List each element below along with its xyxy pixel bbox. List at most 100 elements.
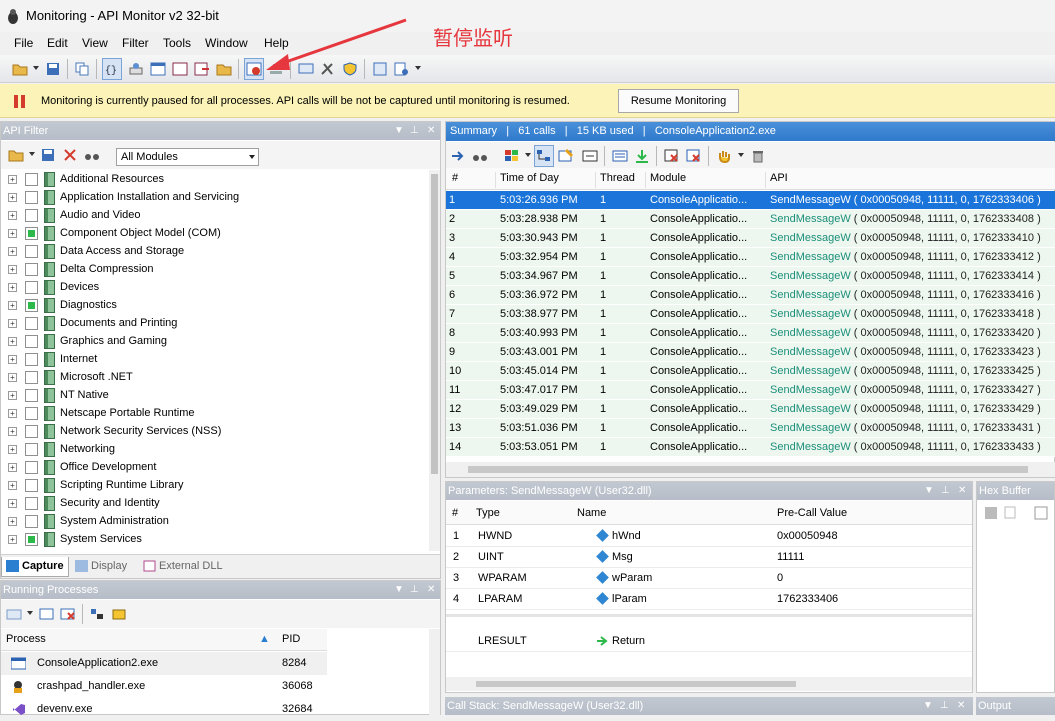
panel-icon[interactable] [170, 58, 190, 80]
api-call-row[interactable]: 3 5:03:30.943 PM 1 ConsoleApplicatio... Send… [446, 229, 1055, 248]
copy-icon[interactable] [72, 58, 92, 80]
tree-item[interactable]: + Documents and Printing [1, 314, 429, 332]
checkbox[interactable] [25, 389, 38, 402]
col-thread[interactable]: Thread [595, 172, 635, 188]
tree-item[interactable]: + Diagnostics [1, 296, 429, 314]
download-icon[interactable] [632, 145, 652, 167]
export-icon[interactable] [192, 58, 212, 80]
parameter-row[interactable]: 1 HWND hWnd 0x00050948 [446, 526, 972, 547]
tree-item[interactable]: + Networking [1, 440, 429, 458]
code-toggle-icon[interactable]: {} [102, 58, 122, 80]
tree-item[interactable]: + Additional Resources [1, 170, 429, 188]
api-call-row[interactable]: 10 5:03:45.014 PM 1 ConsoleApplicatio... Sen… [446, 362, 1055, 381]
chevron-down-icon[interactable] [29, 152, 35, 156]
api-call-row[interactable]: 6 5:03:36.972 PM 1 ConsoleApplicatio... Send… [446, 286, 1055, 305]
chevron-down-icon[interactable] [27, 611, 33, 615]
api-call-row[interactable]: 12 5:03:49.029 PM 1 ConsoleApplicatio... Sen… [446, 400, 1055, 419]
expand-icon[interactable]: + [8, 211, 17, 220]
api-call-row[interactable]: 9 5:03:43.001 PM 1 ConsoleApplicatio... Send… [446, 343, 1055, 362]
chevron-down-icon[interactable] [738, 153, 744, 157]
tree-view-icon[interactable] [534, 145, 554, 167]
checkbox[interactable] [25, 191, 38, 204]
api-call-row[interactable]: 7 5:03:38.977 PM 1 ConsoleApplicatio... Send… [446, 305, 1055, 324]
refresh-icon[interactable] [1031, 502, 1051, 524]
tree-item[interactable]: + System Administration [1, 512, 429, 530]
parameter-row[interactable]: 3 WPARAM wParam 0 [446, 568, 972, 589]
tree-item[interactable]: + Netscape Portable Runtime [1, 404, 429, 422]
tree-item[interactable]: + Security and Identity [1, 494, 429, 512]
api-call-row[interactable]: 11 5:03:47.017 PM 1 ConsoleApplicatio... Sen… [446, 381, 1055, 400]
checkbox[interactable] [25, 317, 38, 330]
process-row[interactable]: crashpad_handler.exe 36068 [1, 675, 327, 698]
col-time[interactable]: Time of Day [495, 172, 559, 188]
expand-icon[interactable]: + [8, 175, 17, 184]
tab-display[interactable]: Display [71, 557, 127, 577]
checkbox[interactable] [25, 497, 38, 510]
expand-icon[interactable]: + [8, 337, 17, 346]
copy-icon[interactable] [1001, 502, 1021, 524]
save-icon[interactable] [38, 144, 58, 166]
pin-icon[interactable]: ⊥ [410, 581, 419, 599]
tree-item[interactable]: + Data Access and Storage [1, 242, 429, 260]
scrollbar-thumb[interactable] [431, 174, 438, 474]
trash-icon[interactable] [748, 145, 768, 167]
col-module[interactable]: Module [645, 172, 686, 188]
tree-item[interactable]: + Delta Compression [1, 260, 429, 278]
checkbox[interactable] [25, 173, 38, 186]
parameters-hscrollbar[interactable] [446, 677, 972, 691]
checkbox[interactable] [25, 371, 38, 384]
hook-process-icon[interactable] [126, 58, 146, 80]
menu-filter[interactable]: Filter [122, 36, 149, 50]
api-call-row[interactable]: 4 5:03:32.954 PM 1 ConsoleApplicatio... Send… [446, 248, 1055, 267]
tree-item[interactable]: + Graphics and Gaming [1, 332, 429, 350]
api-clear-icon[interactable] [662, 145, 682, 167]
tab-capture[interactable]: Capture [1, 557, 69, 577]
checkbox[interactable] [25, 533, 38, 546]
save-icon[interactable] [981, 502, 1001, 524]
tree-item[interactable]: + Devices [1, 278, 429, 296]
expand-icon[interactable]: + [8, 373, 17, 382]
tree-item[interactable]: + NT Native [1, 386, 429, 404]
checkbox[interactable] [25, 443, 38, 456]
checkbox[interactable] [25, 425, 38, 438]
checkbox[interactable] [25, 407, 38, 420]
save-icon[interactable] [43, 58, 63, 80]
col-number[interactable]: # [448, 172, 458, 188]
close-icon[interactable]: ✕ [427, 122, 435, 140]
col-pid[interactable]: PID [282, 633, 300, 645]
module-select[interactable]: All Modules [116, 148, 259, 166]
expand-icon[interactable]: + [8, 391, 17, 400]
list-icon[interactable] [610, 145, 630, 167]
refresh-icon[interactable] [4, 603, 24, 625]
find-icon[interactable] [82, 144, 102, 166]
chevron-down-icon[interactable] [525, 153, 531, 157]
process-row[interactable]: ConsoleApplication2.exe 8284 [1, 652, 327, 675]
attach-icon[interactable] [37, 603, 57, 625]
expand-icon[interactable]: + [8, 355, 17, 364]
panel-menu-icon[interactable]: ▼ [394, 122, 404, 140]
delete-icon[interactable] [60, 144, 80, 166]
toolbar-overflow-icon[interactable] [415, 66, 421, 70]
checkbox[interactable] [25, 209, 38, 222]
tree-scrollbar[interactable] [429, 170, 440, 551]
expand-icon[interactable]: + [8, 301, 17, 310]
expand-icon[interactable]: + [8, 265, 17, 274]
expand-icon[interactable]: + [8, 427, 17, 436]
tree-item[interactable]: + Audio and Video [1, 206, 429, 224]
api-call-row[interactable]: 5 5:03:34.967 PM 1 ConsoleApplicatio... Send… [446, 267, 1055, 286]
expand-icon[interactable]: + [8, 409, 17, 418]
api-call-row[interactable]: 2 5:03:28.938 PM 1 ConsoleApplicatio... Send… [446, 210, 1055, 229]
expand-icon[interactable]: + [8, 463, 17, 472]
checkbox[interactable] [25, 479, 38, 492]
parameter-row[interactable]: 4 LPARAM lParam 1762333406 [446, 589, 972, 610]
clear-icon[interactable] [684, 145, 704, 167]
detach-icon[interactable] [58, 603, 78, 625]
checkbox[interactable] [25, 245, 38, 258]
find-icon[interactable] [470, 145, 490, 167]
pin-icon[interactable]: ⊥ [940, 697, 949, 715]
expand-icon[interactable]: + [8, 481, 17, 490]
summary-hscrollbar[interactable] [446, 462, 1055, 477]
api-call-row[interactable]: 8 5:03:40.993 PM 1 ConsoleApplicatio... Send… [446, 324, 1055, 343]
menu-window[interactable]: Window [205, 36, 248, 50]
col-process[interactable]: Process [6, 633, 46, 645]
